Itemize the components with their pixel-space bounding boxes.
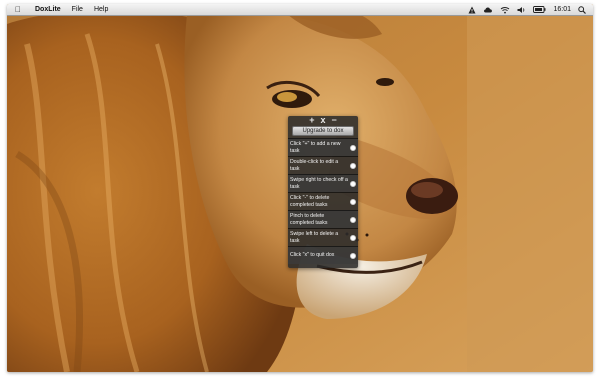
wifi-icon[interactable] bbox=[500, 6, 510, 14]
task-item[interactable]: Click "-" to delete completed tasks bbox=[288, 192, 358, 210]
task-label: Swipe right to check off a task bbox=[290, 177, 348, 190]
apple-menu-icon[interactable]:  bbox=[11, 5, 25, 14]
task-label: Click "-" to delete completed tasks bbox=[290, 195, 330, 208]
panel-toolbar: + x − bbox=[288, 116, 358, 125]
task-label: Double-click to edit a task bbox=[290, 159, 339, 172]
menu-bar:  DoxLite File Help 16:01 bbox=[7, 4, 593, 16]
task-item[interactable]: Click "+" to add a new task bbox=[288, 138, 358, 156]
task-item[interactable]: Click "x" to quit dox bbox=[288, 246, 358, 264]
task-label: Click "+" to add a new task bbox=[290, 141, 341, 154]
task-item[interactable]: Double-click to edit a task bbox=[288, 156, 358, 174]
task-label: Click "x" to quit dox bbox=[290, 252, 335, 259]
battery-icon[interactable] bbox=[533, 6, 546, 13]
task-checkbox[interactable] bbox=[350, 162, 356, 169]
cloud-icon[interactable] bbox=[483, 6, 493, 13]
status-tray: 16:01 bbox=[468, 5, 586, 14]
quit-button[interactable]: x bbox=[320, 116, 325, 125]
task-checkbox[interactable] bbox=[350, 234, 356, 241]
upgrade-button[interactable]: Upgrade to dox bbox=[292, 126, 354, 136]
help-menu[interactable]: Help bbox=[94, 6, 108, 13]
task-checkbox[interactable] bbox=[350, 144, 356, 151]
task-list: Click "+" to add a new task Double-click… bbox=[288, 138, 358, 264]
task-label: Swipe left to delete a task bbox=[290, 231, 339, 244]
menubar-clock[interactable]: 16:01 bbox=[553, 6, 571, 13]
alert-icon[interactable] bbox=[468, 6, 476, 14]
task-item[interactable]: Pinch to delete completed tasks bbox=[288, 210, 358, 228]
volume-icon[interactable] bbox=[517, 6, 526, 14]
task-checkbox[interactable] bbox=[350, 216, 356, 223]
search-icon[interactable] bbox=[578, 5, 586, 14]
delete-completed-button[interactable]: − bbox=[332, 116, 337, 125]
task-checkbox[interactable] bbox=[350, 252, 356, 259]
doxlite-panel: + x − Upgrade to dox Click "+" to add a … bbox=[288, 116, 358, 268]
task-label: Pinch to delete completed tasks bbox=[290, 213, 328, 226]
app-menu[interactable]: DoxLite bbox=[35, 6, 61, 13]
task-item[interactable]: Swipe right to check off a task bbox=[288, 174, 358, 192]
desktop-screen:  DoxLite File Help 16:01 bbox=[7, 4, 593, 372]
task-checkbox[interactable] bbox=[350, 198, 356, 205]
task-checkbox[interactable] bbox=[350, 180, 356, 187]
file-menu[interactable]: File bbox=[72, 6, 83, 13]
add-task-button[interactable]: + bbox=[309, 116, 314, 125]
task-item[interactable]: Swipe left to delete a task bbox=[288, 228, 358, 246]
